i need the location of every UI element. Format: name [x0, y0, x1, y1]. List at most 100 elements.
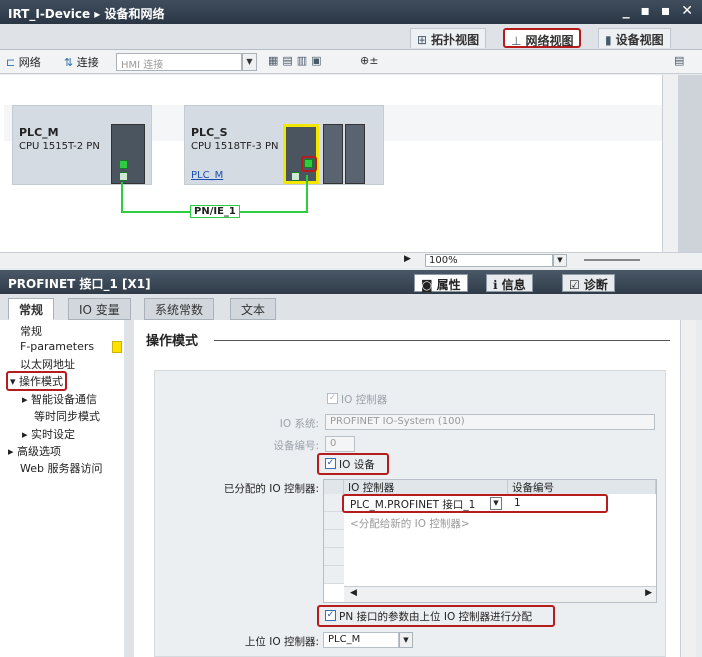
io-controller-checkbox[interactable]: ✓: [327, 393, 338, 404]
subtab-io-vars[interactable]: IO 变量: [68, 298, 131, 320]
io-device-checkbox[interactable]: ✓: [325, 458, 336, 469]
row-header[interactable]: [324, 566, 344, 584]
table-hscroll[interactable]: ◀ ▶: [344, 586, 656, 602]
nav-item-advanced[interactable]: ▸ 高级选项: [8, 443, 61, 459]
nav-item-realtime[interactable]: ▸ 实时设定: [22, 426, 75, 442]
inspector-title: PROFINET 接口_1 [X1]: [8, 277, 151, 291]
profinet-port-2[interactable]: [119, 172, 128, 181]
topology-icon: ⊞: [417, 33, 428, 47]
row-header[interactable]: [324, 494, 344, 512]
upper-controller-select[interactable]: PLC_M: [323, 632, 399, 648]
device-type: CPU 1515T-2 PN: [19, 141, 100, 152]
info-icon: ℹ: [493, 278, 498, 292]
nav-item-general[interactable]: 常规: [20, 323, 42, 339]
connection-type-dropdown[interactable]: ▼: [242, 53, 257, 71]
zoom-select[interactable]: 100%: [425, 254, 553, 267]
assigned-controller-cell[interactable]: PLC_M.PROFINET 接口_1: [350, 497, 475, 512]
controller-dropdown[interactable]: ▼: [490, 497, 502, 510]
zoom-icon[interactable]: ⊕±: [360, 54, 378, 67]
zoom-slider[interactable]: [584, 259, 640, 261]
param-assign-label: PN 接口的参数由上位 IO 控制器进行分配: [339, 611, 533, 623]
device-plc-m[interactable]: PLC_M CPU 1515T-2 PN: [12, 105, 152, 185]
nav-item-ethernet[interactable]: 以太网地址: [20, 356, 75, 372]
io-module: [345, 124, 365, 184]
table-corner: [324, 480, 344, 494]
nav-item-isochronous[interactable]: 等时同步模式: [34, 408, 100, 424]
network-canvas[interactable]: PLC_M CPU 1515T-2 PN PLC_S CPU 1518TF-3 …: [0, 75, 678, 252]
device-plc-s[interactable]: PLC_S CPU 1518TF-3 PN PLC_M: [184, 105, 384, 185]
param-assign-checkbox[interactable]: ✓: [325, 610, 336, 621]
subnet-label[interactable]: PN/IE_1: [190, 205, 240, 218]
tab-network-view[interactable]: ⊥ 网络视图: [503, 28, 582, 48]
upper-controller-dropdown[interactable]: ▼: [399, 632, 413, 648]
window-title: IRT_I-Device ▸ 设备和网络: [8, 7, 165, 21]
network-icon: ⊥: [511, 34, 522, 48]
zoom-dropdown[interactable]: ▼: [553, 254, 567, 267]
nav-item-operating-mode[interactable]: ▾ 操作模式: [6, 371, 68, 391]
connect-button[interactable]: ⇅ 连接: [64, 54, 99, 70]
operating-mode-form: ✓ IO 控制器 IO 系统: PROFINET IO-System (100)…: [154, 370, 666, 657]
assigned-controllers-label: 已分配的 IO 控制器:: [223, 483, 319, 495]
device-icon: ▮: [605, 33, 612, 47]
io-system-label: IO 系统:: [279, 418, 319, 430]
device-number-field[interactable]: 0: [325, 436, 355, 452]
profinet-port[interactable]: [119, 160, 128, 169]
tab-info[interactable]: ℹ 信息: [486, 274, 533, 292]
network-toolbar: ⊏ 网络 ⇅ 连接 HMI 连接 ▼ ▦▤▥▣ ⊕± ▤: [0, 50, 702, 74]
properties-icon: ◙: [421, 278, 433, 292]
f-parameters-marker: [112, 341, 122, 353]
profinet-port-2[interactable]: [291, 172, 300, 181]
io-controller-label: IO 控制器: [341, 394, 388, 406]
network-tool-icon: ⊏: [6, 56, 16, 69]
window-controls[interactable]: _ ▪ ▪ ✕: [623, 3, 696, 19]
scroll-right-icon[interactable]: ▶: [645, 588, 652, 598]
scroll-left-icon[interactable]: ◀: [350, 588, 357, 598]
row-header[interactable]: [324, 548, 344, 566]
canvas-vscroll[interactable]: [662, 75, 678, 252]
diagnostics-icon: ☑: [569, 278, 580, 292]
upper-controller-label: 上位 IO 控制器:: [244, 636, 319, 648]
cpu-module: [111, 124, 145, 184]
nav-item-fparameters[interactable]: F-parameters: [20, 340, 94, 353]
tab-diagnostics[interactable]: ☑ 诊断: [562, 274, 615, 292]
content-vscroll[interactable]: [680, 320, 696, 657]
layout-tools-icon[interactable]: ▦▤▥▣: [268, 54, 326, 67]
section-title: 操作模式: [146, 334, 199, 349]
column-header-controller: IO 控制器: [344, 480, 508, 494]
subtab-text[interactable]: 文本: [230, 298, 277, 320]
row-header[interactable]: [324, 530, 344, 548]
network-button[interactable]: ⊏ 网络: [6, 54, 41, 70]
section-rule: [214, 340, 670, 341]
window-titlebar: IRT_I-Device ▸ 设备和网络 _ ▪ ▪ ✕: [0, 0, 702, 24]
io-controller-link[interactable]: PLC_M: [191, 170, 223, 181]
io-system-field[interactable]: PROFINET IO-System (100): [325, 414, 655, 430]
device-number-label: 设备编号:: [273, 440, 319, 452]
subtab-system-constants[interactable]: 系统常数: [144, 298, 215, 320]
inspector-header: PROFINET 接口_1 [X1] ◙ 属性 ℹ 信息 ☑ 诊断: [0, 270, 702, 294]
network-line: [306, 175, 308, 213]
device-name: PLC_M: [19, 126, 59, 139]
network-line: [121, 182, 123, 212]
scroll-right-icon[interactable]: ▶: [404, 254, 411, 264]
nav-item-web-server[interactable]: Web 服务器访问: [20, 460, 102, 476]
cpu-module-selected[interactable]: [283, 124, 319, 184]
subtab-general[interactable]: 常规: [8, 298, 55, 320]
tab-topology-view[interactable]: ⊞ 拓扑视图: [410, 28, 487, 48]
io-module: [323, 124, 343, 184]
assigned-device-number-cell[interactable]: 1: [514, 497, 521, 509]
connection-type-select[interactable]: HMI 连接: [116, 53, 242, 71]
canvas-hscroll[interactable]: ▶ 100% ▼: [0, 252, 702, 268]
profinet-port[interactable]: [304, 159, 313, 168]
side-task-bar[interactable]: [678, 75, 702, 252]
row-header[interactable]: [324, 512, 344, 530]
overview-icon[interactable]: ▤: [674, 54, 684, 67]
device-type: CPU 1518TF-3 PN: [191, 141, 279, 152]
add-controller-placeholder[interactable]: <分配给新的 IO 控制器>: [350, 516, 470, 531]
view-tabs: ⊞ 拓扑视图 ⊥ 网络视图 ▮ 设备视图: [0, 24, 702, 50]
tab-device-view[interactable]: ▮ 设备视图: [598, 28, 671, 48]
device-name: PLC_S: [191, 126, 228, 139]
tab-properties[interactable]: ◙ 属性: [414, 274, 468, 292]
nav-splitter[interactable]: [124, 320, 134, 657]
assigned-controllers-table: IO 控制器 设备编号 PLC_M.PROFINET 接口_1 ▼ 1 <分配给…: [323, 479, 657, 603]
nav-item-smart-device[interactable]: ▸ 智能设备通信: [22, 391, 97, 407]
